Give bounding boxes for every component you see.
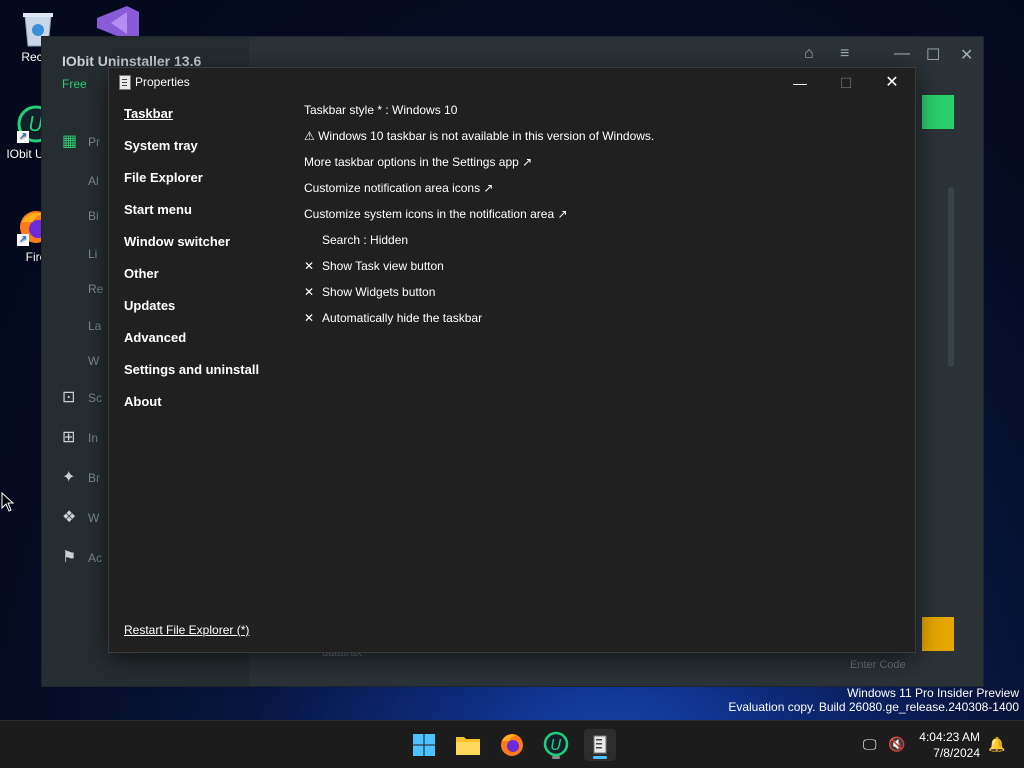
start-icon (413, 734, 435, 756)
flag-icon[interactable]: ⚑ (62, 549, 80, 567)
nav-other[interactable]: Other (124, 266, 159, 281)
iobit-minimize-icon[interactable]: — (894, 45, 910, 63)
programs-icon[interactable]: ▦ (62, 133, 80, 151)
iobit-maximize-icon[interactable]: ☐ (926, 45, 940, 65)
nav-file-explorer[interactable]: File Explorer (124, 170, 203, 185)
properties-titlebar[interactable]: Properties — ☐ ✕ (109, 68, 915, 98)
iobit-taskbar-button[interactable]: U (540, 729, 572, 761)
nav-updates[interactable]: Updates (124, 298, 175, 313)
properties-window[interactable]: Properties — ☐ ✕ Taskbar System tray Fil… (108, 67, 916, 653)
check-x-icon: ✕ (304, 259, 315, 273)
check-x-icon: ✕ (304, 311, 315, 325)
iobit-nav-recent[interactable]: Re (88, 282, 103, 296)
iobit-scrollbar[interactable] (948, 187, 954, 367)
clock[interactable]: 4:04:23 AM 7/8/2024 (919, 729, 980, 761)
watermark-line-2: Evaluation copy. Build 26080.ge_release.… (728, 700, 1019, 714)
iobit-nav-windows[interactable]: W (88, 354, 99, 368)
iobit-uninstall-button[interactable] (922, 95, 954, 129)
iobit-nav-sc[interactable]: Sc (88, 391, 102, 405)
network-icon[interactable]: 🖵 (863, 736, 877, 753)
watermark-line-1: Windows 11 Pro Insider Preview (847, 686, 1019, 700)
nav-settings-and-uninstall[interactable]: Settings and uninstall (124, 362, 259, 377)
properties-app-icon (119, 75, 131, 90)
iobit-enter-code-link[interactable]: Enter Code (850, 659, 906, 671)
task-view-toggle[interactable]: ✕ Show Task view button (304, 259, 444, 273)
iobit-nav-br[interactable]: Br (88, 471, 100, 485)
iobit-nav-all[interactable]: Al (88, 174, 99, 188)
taskbar: U 🖵 🔇 4:04:23 AM 7/8/2024 🔔 (0, 720, 1024, 768)
iobit-nav-w[interactable]: W (88, 511, 99, 525)
nav-taskbar[interactable]: Taskbar (124, 106, 173, 121)
volume-muted-icon[interactable]: 🔇 (888, 736, 905, 753)
more-taskbar-options-link[interactable]: More taskbar options in the Settings app… (304, 155, 532, 169)
iobit-free-label: Free (62, 77, 87, 91)
customize-notification-icons-link[interactable]: Customize notification area icons ↗ (304, 181, 493, 195)
file-explorer-button[interactable] (452, 729, 484, 761)
firefox-taskbar-button[interactable] (496, 729, 528, 761)
nav-start-menu[interactable]: Start menu (124, 202, 192, 217)
taskbar-style-option[interactable]: Taskbar style * : Windows 10 (304, 103, 457, 117)
taskbar-warning-text: ⚠ Windows 10 taskbar is not available in… (304, 129, 655, 143)
software-health-icon[interactable]: ⊡ (62, 389, 80, 407)
visual-studio-icon[interactable] (93, 6, 141, 40)
active-indicator (593, 756, 607, 759)
iobit-nav-last[interactable]: La (88, 319, 101, 333)
task-view-label: Show Task view button (322, 259, 444, 273)
iobit-close-icon[interactable]: ✕ (960, 45, 973, 65)
iobit-home-icon[interactable]: ⌂ (804, 45, 814, 63)
file-explorer-icon (456, 737, 480, 755)
firefox-icon (501, 734, 523, 756)
autohide-label: Automatically hide the taskbar (322, 311, 483, 325)
running-indicator (552, 756, 560, 759)
minimize-button[interactable]: — (777, 68, 823, 98)
properties-taskbar-button[interactable] (584, 729, 616, 761)
iobit-menu-icon[interactable]: ≡ (840, 45, 849, 63)
notification-bell-icon[interactable]: 🔔 (988, 736, 1005, 753)
nav-about[interactable]: About (124, 394, 162, 409)
widgets-label: Show Widgets button (322, 285, 436, 299)
install-monitor-icon[interactable]: ⊞ (62, 429, 80, 447)
search-option[interactable]: Search : Hidden (322, 233, 408, 247)
maximize-button[interactable]: ☐ (823, 68, 869, 98)
svg-text:U: U (551, 736, 562, 754)
close-button[interactable]: ✕ (869, 68, 915, 98)
start-button[interactable] (408, 729, 440, 761)
windows-watermark: Windows 11 Pro Insider Preview Evaluatio… (728, 686, 1019, 714)
iobit-nav-programs[interactable]: Pr (88, 135, 100, 149)
autohide-toggle[interactable]: ✕ Automatically hide the taskbar (304, 311, 482, 325)
nav-window-switcher[interactable]: Window switcher (124, 234, 230, 249)
plugin-icon[interactable]: ✦ (62, 469, 80, 487)
shortcut-arrow-icon: ↗ (17, 131, 29, 143)
nav-advanced[interactable]: Advanced (124, 330, 186, 345)
restart-file-explorer-link[interactable]: Restart File Explorer (*) (124, 623, 249, 637)
widgets-toggle[interactable]: ✕ Show Widgets button (304, 285, 435, 299)
iobit-upgrade-button[interactable] (922, 617, 954, 651)
iobit-nav-in[interactable]: In (88, 431, 98, 445)
check-x-icon: ✕ (304, 285, 315, 299)
window-title: Properties (135, 75, 190, 89)
customize-system-icons-link[interactable]: Customize system icons in the notificati… (304, 207, 568, 221)
nav-system-tray[interactable]: System tray (124, 138, 198, 153)
iobit-nav-large[interactable]: Li (88, 247, 97, 261)
shortcut-arrow-icon: ↗ (17, 234, 29, 246)
mouse-cursor-icon (1, 491, 15, 517)
clock-time: 4:04:23 AM (919, 730, 980, 744)
iobit-nav-ac[interactable]: Ac (88, 551, 102, 565)
iobit-nav-bundleware[interactable]: Bi (88, 209, 99, 223)
clock-date: 7/8/2024 (933, 746, 980, 760)
windows-apps-icon[interactable]: ❖ (62, 509, 80, 527)
